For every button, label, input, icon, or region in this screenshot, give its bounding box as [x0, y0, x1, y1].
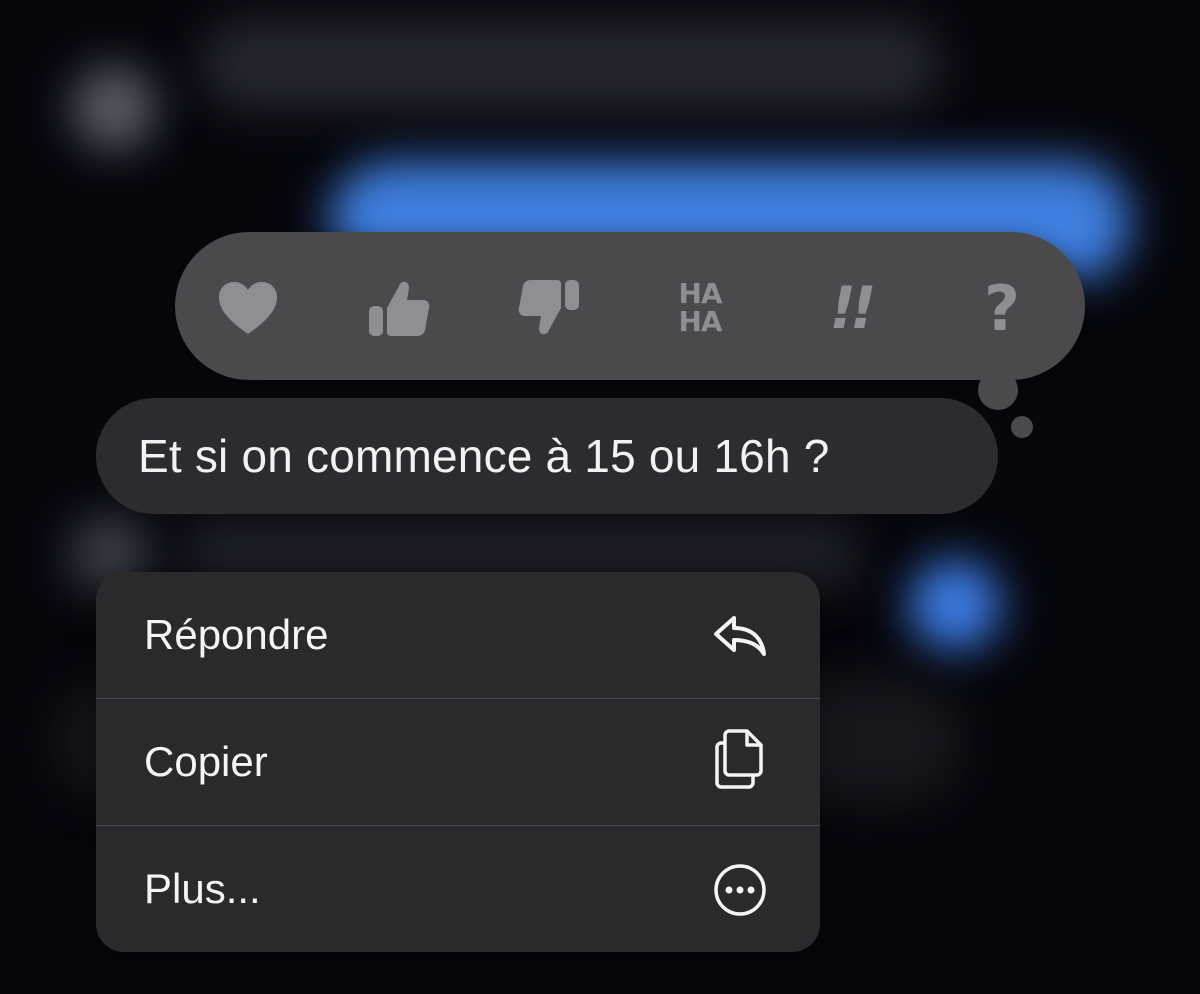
menu-item-label: Répondre — [144, 611, 329, 658]
menu-item-more[interactable]: Plus... — [96, 826, 820, 952]
message-text: Et si on commence à 15 ou 16h ? — [138, 430, 830, 482]
thumbs-up-icon — [365, 276, 431, 340]
background-sent-message-blur — [910, 560, 1000, 650]
background-message-blur — [200, 20, 940, 110]
reaction-exclamation[interactable]: !! — [810, 268, 890, 348]
reaction-bar — [175, 232, 1085, 380]
menu-item-reply[interactable]: Répondre — [96, 572, 820, 698]
background-avatar-blur — [72, 66, 156, 150]
heart-icon — [217, 280, 279, 336]
haha-icon: HA HA — [678, 277, 722, 338]
menu-item-label: Copier — [144, 738, 268, 785]
haha-bottom-label: HA — [678, 305, 722, 338]
message-bubble[interactable]: Et si on commence à 15 ou 16h ? — [96, 398, 998, 514]
exclamation-icon: !! — [829, 274, 877, 342]
menu-item-label: Plus... — [144, 865, 261, 912]
haha-top-label: HA — [678, 277, 722, 310]
reply-icon — [712, 608, 768, 664]
menu-item-copy[interactable]: Copier — [96, 699, 820, 825]
reaction-bar-tail-dot — [1011, 416, 1033, 438]
copy-icon — [712, 729, 768, 789]
context-menu: Répondre Copier Plus... — [96, 572, 820, 952]
more-icon — [712, 862, 768, 918]
reaction-thumbs-up[interactable] — [358, 268, 438, 348]
thumbs-down-icon — [517, 276, 583, 340]
reaction-bar-tail — [978, 370, 1018, 410]
reaction-question[interactable]: ? — [962, 268, 1042, 348]
screen: HA HA !! ? Et si on commence à 15 ou 16h… — [0, 0, 1200, 994]
reaction-thumbs-down[interactable] — [510, 268, 590, 348]
question-icon: ? — [984, 271, 1020, 345]
reaction-heart[interactable] — [208, 268, 288, 348]
reaction-haha[interactable]: HA HA — [660, 268, 740, 348]
